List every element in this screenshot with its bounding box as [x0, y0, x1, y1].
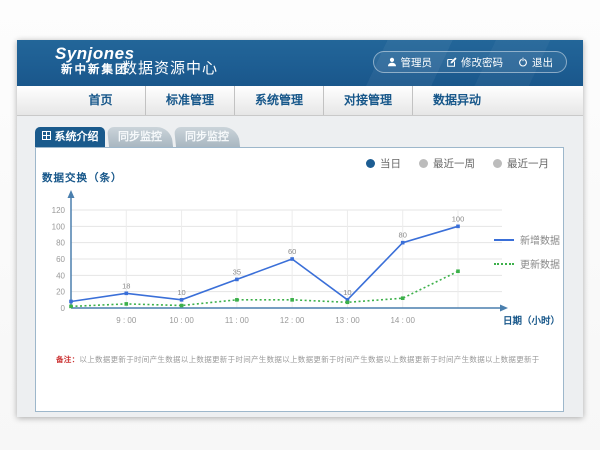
legend-item-new-data[interactable]: 新增数据 [494, 232, 560, 247]
blue-line-icon [494, 239, 514, 241]
y-tick-label: 120 [52, 206, 66, 215]
tab-bar: 系统介绍 同步监控 同步监控 [35, 127, 239, 147]
y-tick-label: 40 [56, 271, 65, 280]
data-point [124, 302, 128, 306]
x-tick-label: 13 : 00 [335, 316, 360, 325]
edit-icon [447, 57, 457, 67]
time-range-filter: 当日 最近一周 最近一月 [366, 156, 549, 171]
y-tick-label: 20 [56, 288, 65, 297]
tab-sync-monitor-2[interactable]: 同步监控 [174, 127, 240, 147]
data-point [401, 241, 405, 245]
y-tick-label: 100 [52, 222, 66, 231]
chart-legend: 新增数据 更新数据 [494, 232, 560, 271]
data-point-label: 35 [233, 267, 241, 276]
app-window: Synjones 新中新集团 数据资源中心 管理员 修改密码 [17, 40, 583, 417]
data-point [456, 269, 460, 273]
x-tick-label: 10 : 00 [169, 316, 194, 325]
user-name-label: 管理员 [401, 55, 433, 70]
tab-label: 系统介绍 [55, 127, 99, 147]
document-grid-icon [42, 127, 51, 147]
data-point [69, 300, 73, 304]
page-title: 数据资源中心 [122, 57, 218, 78]
data-point [401, 296, 405, 300]
x-tick-label: 14 : 00 [390, 316, 415, 325]
x-axis-title: 日期（小时） [503, 315, 560, 327]
data-point-label: 100 [452, 214, 465, 223]
radio-last-month[interactable]: 最近一月 [493, 156, 549, 171]
change-password-button[interactable]: 修改密码 [447, 55, 503, 70]
radio-label: 最近一月 [507, 156, 549, 171]
data-point-label: 18 [122, 281, 130, 290]
data-point [290, 298, 294, 302]
data-point [180, 298, 184, 302]
y-axis-title: 数据交换（条） [42, 170, 123, 185]
x-tick-label: 9 : 00 [116, 316, 137, 325]
data-point [180, 304, 184, 308]
y-axis-arrow-icon [68, 190, 75, 198]
logout-button[interactable]: 退出 [518, 55, 553, 70]
data-point [235, 278, 239, 282]
nav-item-data-change[interactable]: 数据异动 [412, 86, 501, 115]
tab-system-intro[interactable]: 系统介绍 [35, 127, 105, 147]
y-tick-label: 80 [56, 239, 65, 248]
footnote: 备注：以上数据更新于时间产生数据以上数据更新于时间产生数据以上数据更新于时间产生… [56, 354, 556, 365]
data-point [290, 257, 294, 261]
user-icon [387, 57, 397, 67]
radio-last-week[interactable]: 最近一周 [419, 156, 475, 171]
data-point-label: 10 [177, 288, 185, 297]
chart-panel: 当日 最近一周 最近一月 数据交换（条） 0 20 40 60 80 100 120 9 : … [35, 147, 564, 412]
data-point [346, 300, 350, 304]
data-point [124, 292, 128, 296]
radio-dot-icon [366, 159, 375, 168]
radio-label: 当日 [380, 156, 401, 171]
tab-sync-monitor-1[interactable]: 同步监控 [107, 127, 173, 147]
tab-label: 同步监控 [118, 127, 162, 147]
radio-dot-icon [419, 159, 428, 168]
footnote-prefix: 备注： [56, 355, 79, 364]
x-tick-label: 11 : 00 [225, 316, 249, 325]
data-point [456, 225, 460, 229]
radio-label: 最近一周 [433, 156, 475, 171]
data-point [235, 298, 239, 302]
radio-dot-icon [493, 159, 502, 168]
x-tick-label: 12 : 00 [280, 316, 305, 325]
line-chart: 0 20 40 60 80 100 120 9 : 00 10 : 00 11 : 00 12 : … [52, 188, 564, 338]
green-dotted-line-icon [494, 263, 514, 265]
logout-label: 退出 [532, 55, 553, 70]
power-icon [518, 57, 528, 67]
data-point-label: 80 [399, 231, 407, 240]
nav-item-home[interactable]: 首页 [56, 86, 145, 115]
current-user[interactable]: 管理员 [387, 55, 433, 70]
x-axis-arrow-icon [500, 305, 508, 312]
nav-item-standard-mgmt[interactable]: 标准管理 [145, 86, 234, 115]
page-background: Synjones 新中新集团 数据资源中心 管理员 修改密码 [0, 0, 600, 450]
app-header: Synjones 新中新集团 数据资源中心 管理员 修改密码 [17, 40, 583, 86]
nav-item-system-mgmt[interactable]: 系统管理 [234, 86, 323, 115]
radio-today[interactable]: 当日 [366, 156, 401, 171]
tab-label: 同步监控 [185, 127, 229, 147]
data-point-label: 10 [343, 288, 351, 297]
data-point-label: 60 [288, 247, 296, 256]
legend-item-update-data[interactable]: 更新数据 [494, 256, 560, 271]
y-tick-label: 0 [61, 304, 66, 313]
nav-item-interface-mgmt[interactable]: 对接管理 [323, 86, 412, 115]
data-point [69, 305, 73, 309]
user-toolbar: 管理员 修改密码 退出 [373, 51, 568, 73]
legend-label: 更新数据 [520, 256, 560, 271]
main-nav: 首页 标准管理 系统管理 对接管理 数据异动 [17, 86, 583, 116]
change-password-label: 修改密码 [461, 55, 503, 70]
legend-label: 新增数据 [520, 232, 560, 247]
y-tick-label: 60 [56, 255, 65, 264]
footnote-text: 以上数据更新于时间产生数据以上数据更新于时间产生数据以上数据更新于时间产生数据以… [79, 355, 539, 364]
